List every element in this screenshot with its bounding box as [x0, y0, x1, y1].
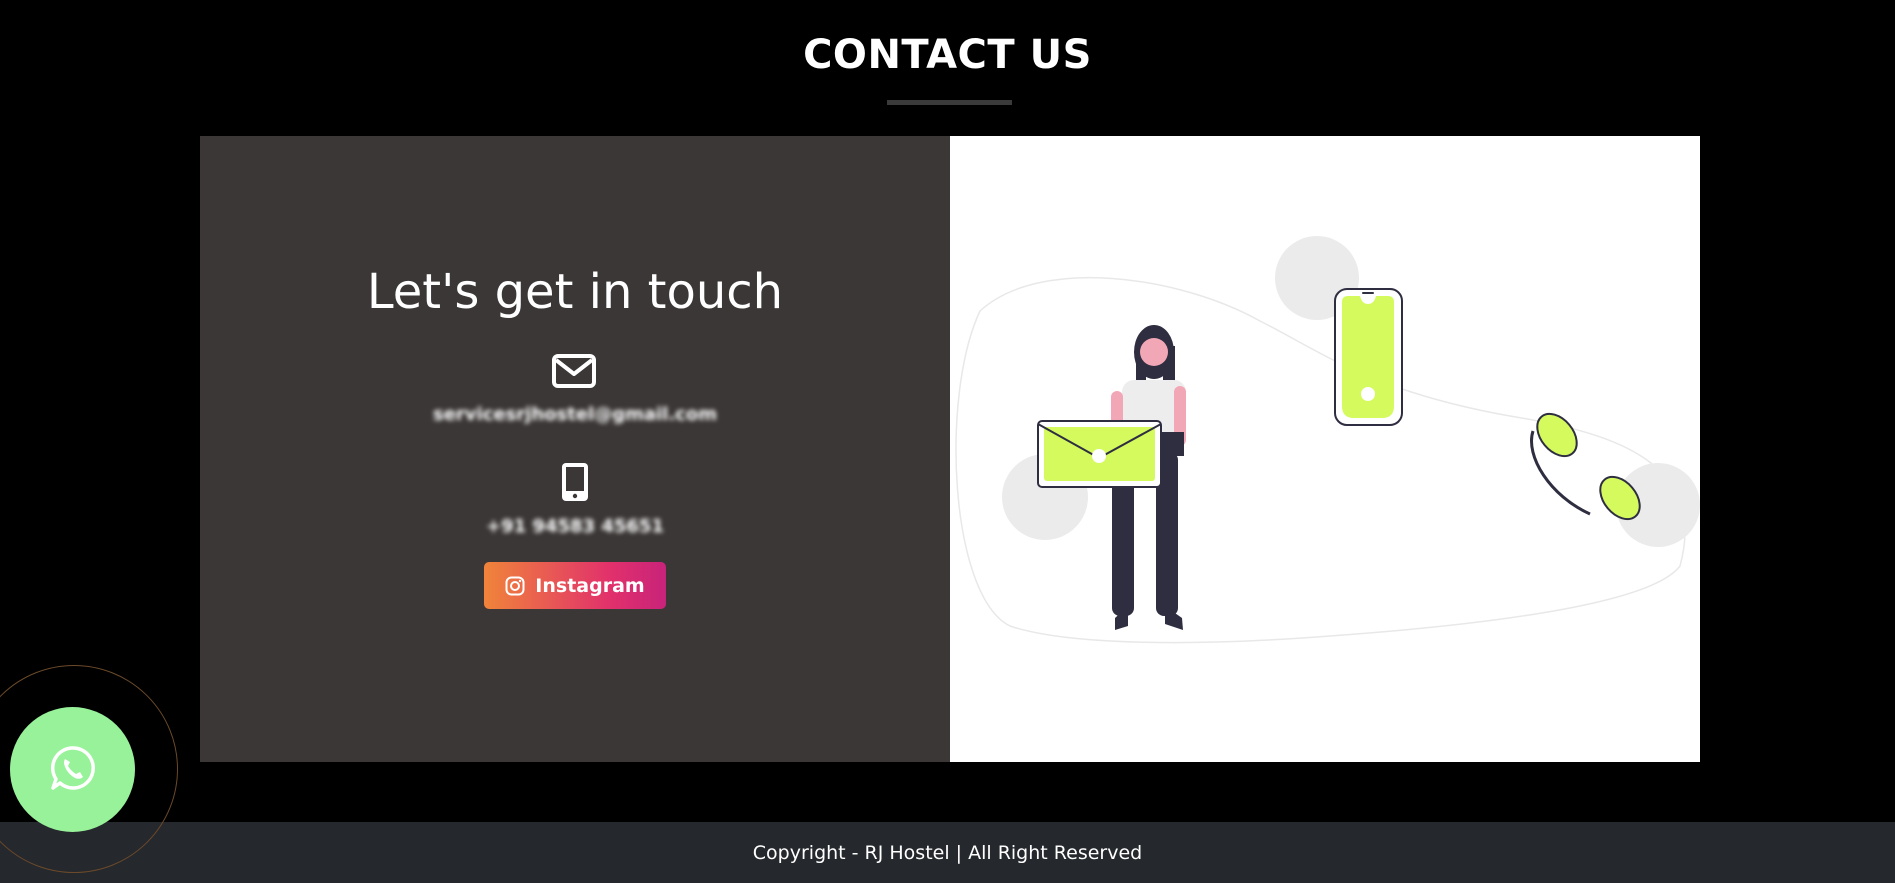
contact-illustration [955, 236, 1700, 644]
contact-card: Let's get in touch servicesrjhostel@gmai… [200, 136, 1700, 762]
whatsapp-icon [49, 744, 97, 796]
instagram-button[interactable]: Instagram [484, 562, 666, 609]
mobile-phone-icon [561, 462, 589, 506]
contact-heading: Let's get in touch [366, 264, 784, 320]
instagram-label: Instagram [535, 574, 645, 597]
instagram-icon [505, 576, 525, 596]
whatsapp-button[interactable] [10, 707, 135, 832]
title-underline [887, 100, 1012, 105]
copyright-text: Copyright - RJ Hostel | All Right Reserv… [752, 841, 1143, 864]
email-address[interactable]: servicesrjhostel@gmail.com [200, 404, 950, 425]
contact-info-panel: Let's get in touch servicesrjhostel@gmai… [200, 136, 950, 762]
section-title: CONTACT US [803, 32, 1092, 78]
phone-number[interactable]: +91 94583 45651 [200, 516, 950, 537]
footer: Copyright - RJ Hostel | All Right Reserv… [0, 822, 1895, 883]
illustration-panel [950, 136, 1700, 762]
envelope-icon [552, 354, 596, 392]
